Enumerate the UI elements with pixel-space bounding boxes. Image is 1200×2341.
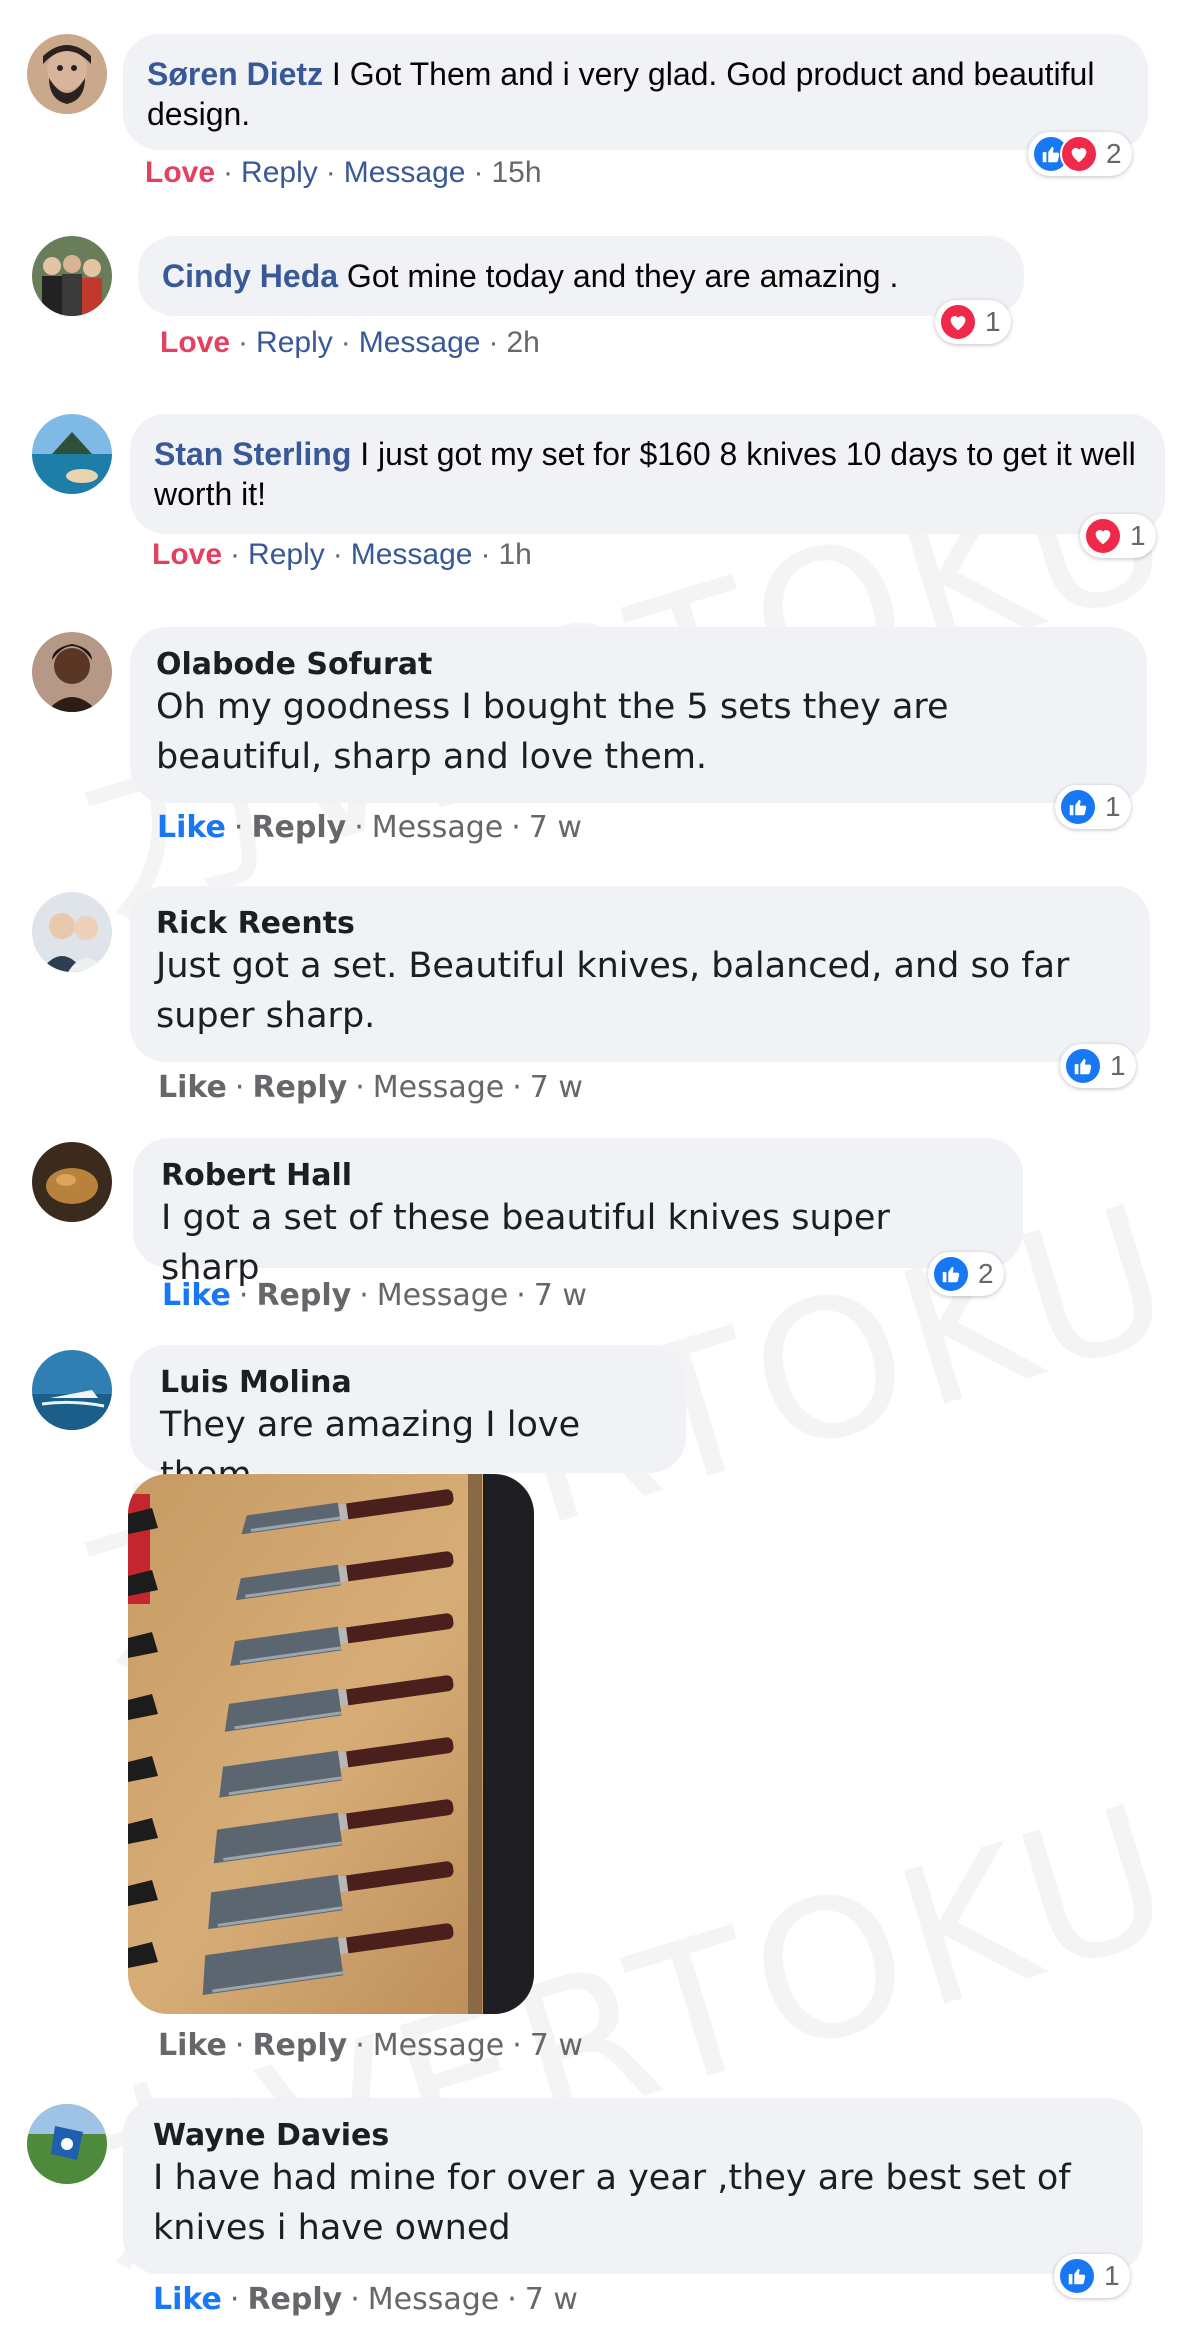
reaction-count: 2: [1106, 138, 1122, 169]
message-link[interactable]: Message: [351, 538, 473, 571]
reaction-summary[interactable]: 2: [928, 1252, 1004, 1296]
like-link[interactable]: Like: [158, 2028, 227, 2063]
like-reaction-icon: [1064, 1047, 1102, 1085]
reply-link[interactable]: Reply: [252, 2028, 347, 2063]
reply-link[interactable]: Reply: [256, 1278, 351, 1313]
reply-link[interactable]: Reply: [252, 1070, 347, 1105]
comment-bubble: Søren Dietz I Got Them and i very glad. …: [123, 34, 1148, 150]
comment-bubble: Robert Hall I got a set of these beautif…: [133, 1138, 1023, 1288]
comment-time: 7 w: [528, 810, 582, 845]
message-link[interactable]: Message: [377, 1278, 508, 1313]
reaction-count: 1: [985, 306, 1001, 337]
commenter-name[interactable]: Søren Dietz: [147, 56, 323, 92]
reply-link[interactable]: Reply: [241, 156, 318, 189]
like-reaction-icon: [932, 1255, 970, 1293]
love-link[interactable]: Love: [145, 156, 215, 189]
avatar[interactable]: [27, 34, 107, 114]
avatar[interactable]: [32, 632, 112, 712]
reply-link[interactable]: Reply: [256, 326, 333, 359]
avatar[interactable]: [32, 236, 112, 316]
avatar[interactable]: [32, 1142, 112, 1222]
comment-time: 7 w: [529, 2028, 583, 2063]
knife-set-photo[interactable]: [128, 1474, 534, 2014]
like-link[interactable]: Like: [162, 1278, 231, 1313]
comment-actions: Like · Reply · Message · 7 w: [157, 810, 582, 845]
commenter-name[interactable]: Olabode Sofurat: [156, 647, 1121, 682]
comment-time: 15h: [491, 156, 542, 189]
commenter-name[interactable]: Rick Reents: [156, 906, 1124, 941]
comment-text: I have had mine for over a year ,they ar…: [153, 2158, 1071, 2248]
comment-actions: Love · Reply · Message · 1h: [152, 538, 532, 571]
commenter-name[interactable]: Stan Sterling: [154, 436, 351, 472]
comment-text: Just got a set. Beautiful knives, balanc…: [156, 946, 1070, 1036]
love-link[interactable]: Love: [152, 538, 222, 571]
message-link[interactable]: Message: [368, 2282, 499, 2317]
like-link[interactable]: Like: [157, 810, 226, 845]
avatar[interactable]: [32, 892, 112, 972]
message-link[interactable]: Message: [359, 326, 481, 359]
commenter-name[interactable]: Cindy Heda: [162, 258, 338, 294]
comment-actions: Like · Reply · Message · 7 w: [158, 1070, 583, 1105]
reaction-summary[interactable]: 1: [1055, 785, 1131, 829]
message-link[interactable]: Message: [373, 2028, 504, 2063]
reaction-summary[interactable]: 1: [1080, 514, 1156, 558]
comment-time: 2h: [506, 326, 540, 359]
reaction-summary[interactable]: 2: [1028, 132, 1132, 176]
comment-time: 7 w: [529, 1070, 583, 1105]
like-reaction-icon: [1058, 2257, 1096, 2295]
like-link[interactable]: Like: [153, 2282, 222, 2317]
comment-bubble: Wayne Davies I have had mine for over a …: [123, 2098, 1143, 2274]
comment-text: Got mine today and they are amazing .: [346, 258, 899, 294]
reply-link[interactable]: Reply: [247, 2282, 342, 2317]
reaction-count: 1: [1104, 2260, 1120, 2291]
commenter-name[interactable]: Luis Molina: [160, 1365, 656, 1400]
comment-bubble: Luis Molina They are amazing I love them: [130, 1345, 686, 1495]
love-reaction-icon: [1084, 517, 1122, 555]
comment-time: 1h: [498, 538, 532, 571]
commenter-name[interactable]: Wayne Davies: [153, 2118, 1113, 2153]
reaction-summary[interactable]: 1: [935, 300, 1011, 344]
message-link[interactable]: Message: [344, 156, 466, 189]
reaction-count: 1: [1130, 520, 1146, 551]
message-link[interactable]: Message: [372, 810, 503, 845]
reaction-summary[interactable]: 1: [1060, 1044, 1136, 1088]
message-link[interactable]: Message: [373, 1070, 504, 1105]
comment-bubble: Stan Sterling I just got my set for $160…: [130, 414, 1165, 534]
reaction-summary[interactable]: 1: [1054, 2254, 1130, 2298]
like-reaction-icon: [1059, 788, 1097, 826]
reaction-count: 1: [1110, 1050, 1126, 1081]
comment-text: Oh my goodness I bought the 5 sets they …: [156, 687, 949, 777]
commenter-name[interactable]: Robert Hall: [161, 1158, 995, 1193]
comment-actions: Like · Reply · Message · 7 w: [153, 2282, 578, 2317]
knife-set-image: [128, 1474, 534, 2014]
comment-bubble: Olabode Sofurat Oh my goodness I bought …: [130, 627, 1147, 803]
comment-time: 7 w: [524, 2282, 578, 2317]
reply-link[interactable]: Reply: [248, 538, 325, 571]
comment-actions: Like · Reply · Message · 7 w: [162, 1278, 587, 1313]
comment-actions: Love · Reply · Message · 15h: [145, 156, 542, 189]
avatar[interactable]: [32, 1350, 112, 1430]
comment-actions: Like · Reply · Message · 7 w: [158, 2028, 583, 2063]
comment-time: 7 w: [533, 1278, 587, 1313]
like-link[interactable]: Like: [158, 1070, 227, 1105]
reply-link[interactable]: Reply: [251, 810, 346, 845]
love-link[interactable]: Love: [160, 326, 230, 359]
avatar[interactable]: [27, 2104, 107, 2184]
comment-bubble: Rick Reents Just got a set. Beautiful kn…: [130, 886, 1150, 1062]
love-reaction-icon: [939, 303, 977, 341]
reaction-count: 1: [1105, 791, 1121, 822]
comment-actions: Love · Reply · Message · 2h: [160, 326, 540, 359]
avatar[interactable]: [32, 414, 112, 494]
reaction-count: 2: [978, 1258, 994, 1289]
comment-bubble: Cindy Heda Got mine today and they are a…: [138, 236, 1024, 316]
love-reaction-icon: [1060, 135, 1098, 173]
